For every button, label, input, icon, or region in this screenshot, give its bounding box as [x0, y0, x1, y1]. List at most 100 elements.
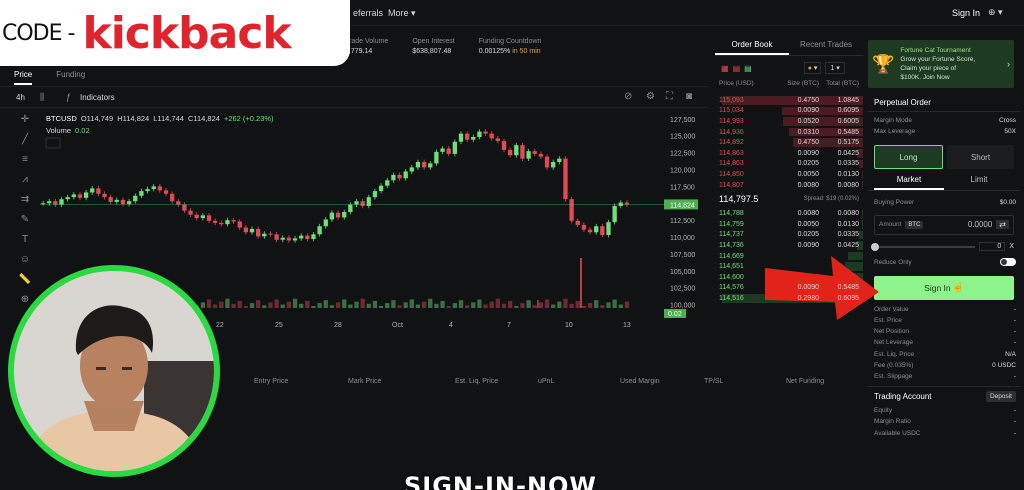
nav-referrals[interactable]: eferrals [353, 8, 383, 18]
ask-total: 0.6095 [837, 107, 859, 115]
indicators-button[interactable]: Indicators [80, 93, 115, 102]
low-value: L114,744 [153, 114, 184, 123]
short-button[interactable]: Short [947, 145, 1014, 170]
bid-price: 114,737 [719, 231, 744, 239]
settings-icon[interactable]: ⚙ [646, 91, 655, 102]
amount-input[interactable]: 0.0000 [968, 220, 992, 229]
ask-total: 0.0335 [837, 160, 859, 168]
market-stats: Trade Volume 3,779.14 Open Interest $638,8… [345, 38, 541, 55]
amount-field[interactable]: Amount BTC 0.0000 ⇄ [874, 214, 1014, 235]
candle-body [428, 163, 433, 168]
ask-size: 0.0090 [797, 149, 819, 157]
candle-body [126, 201, 132, 204]
indicators-icon[interactable]: ƒ [66, 92, 71, 102]
candle-body [551, 162, 556, 168]
candle-body [335, 212, 341, 218]
bid-row[interactable]: 114,737 0.0205 0.0335 [715, 230, 863, 241]
candle-body [292, 238, 298, 241]
spread: Spread: $19 (0.02%) [803, 196, 859, 203]
volume-bar [385, 303, 390, 308]
tab-order-book[interactable]: Order Book [715, 40, 789, 55]
ask-row[interactable]: 114,863 0.0090 0.0425 [715, 148, 863, 159]
interval-selector[interactable]: 4h [16, 93, 25, 102]
view-bids-icon[interactable]: ▤ [744, 64, 752, 73]
detail-value: - [1013, 317, 1016, 325]
candle-type-icon[interactable]: ⫼ [40, 92, 44, 103]
zoom-icon[interactable]: ⊘ [624, 91, 632, 102]
fullscreen-icon[interactable]: ⛶ [666, 91, 673, 102]
candle-body [440, 148, 445, 152]
candle-body [581, 224, 587, 230]
sign-in-link[interactable]: Sign In [952, 8, 980, 18]
bid-total: 0.5485 [837, 284, 859, 292]
nav-more[interactable]: More ▾ [388, 8, 416, 19]
tab-limit[interactable]: Limit [944, 175, 1014, 190]
globe-icon[interactable]: ⊕ ▾ [988, 7, 1003, 18]
ask-row[interactable]: 114,807 0.0080 0.0080 [715, 180, 863, 191]
bid-size: 0.0090 [797, 284, 819, 292]
ask-row[interactable]: 115,093 0.4750 1.0845 [715, 95, 863, 106]
bid-depth-bar [858, 230, 863, 240]
volume-spike [580, 258, 582, 308]
reduce-only-toggle[interactable] [1000, 258, 1016, 267]
swap-icon[interactable]: ⇄ [996, 220, 1009, 230]
grouping-select[interactable]: 1 ▾ [825, 62, 845, 74]
candle-body [274, 234, 279, 240]
amount-currency[interactable]: BTC [905, 220, 924, 229]
leverage-slider[interactable] [871, 242, 976, 251]
ask-row[interactable]: 114,863 0.0205 0.0335 [715, 159, 863, 170]
tab-funding[interactable]: Funding [56, 70, 85, 85]
ask-row[interactable]: 114,993 0.0520 0.6005 [715, 116, 863, 127]
x-tick-label: 13 [623, 322, 631, 329]
bid-row[interactable]: 114,759 0.0050 0.0130 [715, 219, 863, 230]
orderbook-mid: 114,797.5 Spread: $19 (0.02%) [715, 190, 863, 208]
volume-bar [458, 300, 464, 308]
deposit-button[interactable]: Deposit [985, 390, 1016, 402]
leverage-slider-row: 0 X [871, 241, 1014, 253]
detail-value: - [1013, 339, 1016, 347]
volume-bar [249, 303, 255, 308]
ask-row[interactable]: 114,936 0.0310 0.5485 [715, 127, 863, 138]
candle-body [83, 192, 89, 198]
candle-body [243, 227, 249, 233]
promo-banner[interactable]: 🏆 Fortune Cat Tournament Grow your Fortu… [868, 40, 1014, 88]
tab-price[interactable]: Price [14, 70, 33, 85]
volume-bar [237, 300, 242, 308]
volume-bar [495, 298, 501, 308]
sign-in-button[interactable]: Sign In ☝ [874, 275, 1014, 300]
camera-icon[interactable]: ◙ [686, 91, 692, 102]
account-details: Equity - Margin Ratio - Available USDC - [868, 405, 1020, 439]
bid-size: 0.0205 [797, 231, 819, 239]
bid-total: 0.6095 [837, 294, 859, 302]
candle-body [606, 222, 611, 236]
candle-body [299, 235, 304, 239]
volume-bar [256, 300, 261, 308]
ask-row[interactable]: 114,850 0.0050 0.0130 [715, 169, 863, 180]
candle-body [600, 226, 605, 236]
x-tick-label: 22 [216, 322, 224, 329]
detail-label: Margin Ratio [874, 418, 911, 426]
candle-body [317, 226, 322, 235]
ask-depth-bar [861, 170, 863, 179]
view-asks-icon[interactable]: ▤ [733, 64, 741, 73]
volume-bar [434, 303, 439, 308]
tab-market[interactable]: Market [874, 175, 944, 191]
candle-body [213, 220, 218, 223]
volume-bar [200, 302, 206, 308]
margin-mode-value[interactable]: Cross [999, 117, 1016, 124]
candle-body [532, 151, 537, 154]
tab-recent-trades[interactable]: Recent Trades [789, 40, 863, 55]
candle-body [108, 197, 113, 202]
volume-tag-label: 0.02 [668, 311, 682, 318]
bid-row[interactable]: 114,788 0.0080 0.0080 [715, 208, 863, 219]
leverage-input[interactable]: 0 [979, 242, 1006, 252]
ask-row[interactable]: 114,892 0.4750 0.5175 [715, 137, 863, 148]
ask-row[interactable]: 115,034 0.0090 0.6095 [715, 106, 863, 117]
detail-value: - [1013, 418, 1016, 426]
long-button[interactable]: Long [874, 145, 943, 170]
bid-price: 114,651 [719, 263, 744, 271]
y-tick-label: 120,000 [670, 167, 695, 174]
volume-bar [446, 306, 451, 308]
view-both-icon[interactable]: ▦ [721, 64, 729, 73]
currency-select[interactable]: ● ▾ [803, 62, 822, 74]
